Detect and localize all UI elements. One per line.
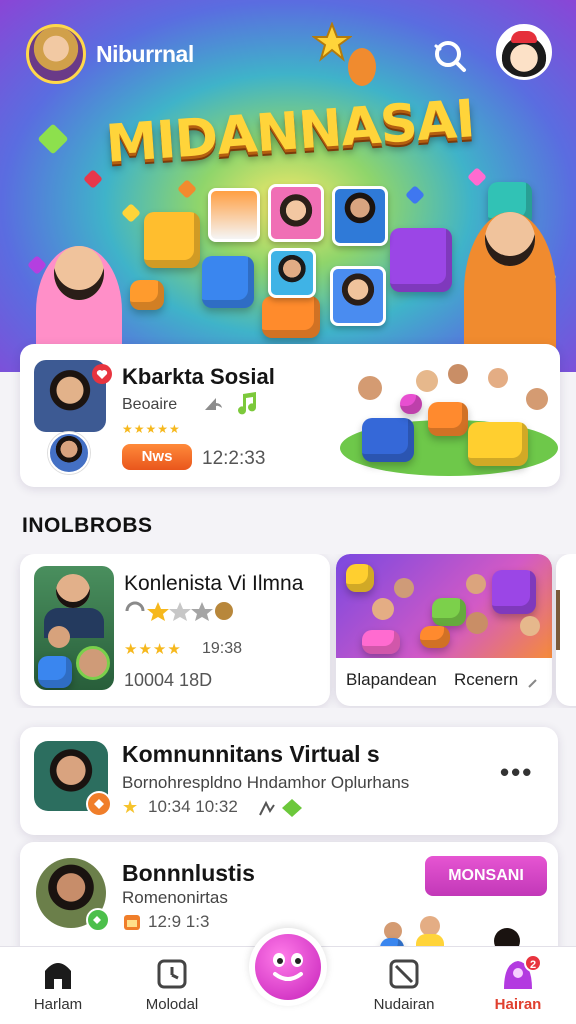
player-photo [332, 186, 388, 246]
carousel-card-image [336, 554, 552, 658]
nav-home[interactable]: Harlam [8, 957, 108, 1021]
home-icon [45, 963, 71, 989]
featured-illustration [340, 358, 558, 476]
list-item-title: Komnunnitans Virtual s [122, 741, 380, 767]
hero-banner: MIDANNASAI Niburrnal [0, 0, 576, 372]
center-action-button[interactable] [249, 928, 327, 1006]
emoji-star-icon: ★ [122, 797, 140, 817]
nav-profile[interactable]: Hairan [468, 957, 568, 1021]
list-item-time: 12:9 1:3 [148, 912, 210, 931]
nav-schedule[interactable]: Molodal [122, 957, 222, 1021]
carousel-card-title: Konlenista Vi Ilmna [124, 572, 304, 595]
carousel-card-rating: ★★★★ [124, 641, 182, 658]
carousel[interactable]: Konlenista Vi Ilmna ★★★★ 19:38 10004 18D… [0, 554, 576, 708]
player-photo [268, 248, 316, 298]
music-note-icon [238, 392, 257, 415]
emoji-icons [125, 601, 233, 621]
game-cube [144, 212, 200, 268]
list-item-subtitle: Bornohrespldno Hndamhor Oplurhans [122, 773, 410, 792]
list-item-title: Bonnnlustis [122, 860, 255, 886]
carousel-card[interactable]: Konlenista Vi Ilmna ★★★★ 19:38 10004 18D [20, 554, 330, 706]
smiley-icon [255, 934, 321, 1000]
game-cube [202, 256, 254, 308]
featured-card[interactable]: Kbarkta Sosial Beoaire ★★★★★ Nws 12:2:33 [20, 344, 560, 487]
featured-time: 12:2:33 [202, 448, 266, 469]
confetti-shape [37, 123, 69, 155]
carousel-card[interactable] [556, 554, 576, 706]
profile-avatar[interactable] [496, 24, 552, 80]
compass-icon [389, 959, 419, 989]
player-photo [268, 184, 324, 242]
user-avatar[interactable] [26, 24, 86, 84]
calendar-icon [124, 915, 140, 930]
game-cube [390, 228, 452, 292]
chevron-right-icon[interactable] [526, 670, 540, 690]
list-item[interactable]: Komnunnitans Virtual s Bornohrespldno Hn… [20, 727, 558, 835]
game-cube [130, 280, 164, 310]
list-item-time: 10:34 10:32 [148, 797, 238, 816]
nav-home-label: Harlam [33, 996, 83, 1013]
nav-schedule-label: Molodal [145, 996, 199, 1013]
clock-icon [157, 959, 187, 989]
more-options-icon[interactable]: ••• [500, 757, 533, 788]
list-item-subtitle: Romenonirtas [122, 888, 228, 907]
featured-title: Kbarkta Sosial [122, 364, 275, 389]
section-heading: INOLBROBS [22, 514, 153, 537]
badge-icon [86, 908, 110, 932]
username-label: Niburrnal [96, 41, 194, 67]
game-cube [262, 296, 320, 338]
confetti-shape [83, 169, 103, 189]
carousel-card-caption-left: Blapandean [346, 670, 437, 689]
badge-icon [86, 791, 112, 817]
carousel-card-photo [34, 566, 114, 690]
confetti-shape [177, 179, 197, 199]
news-badge[interactable]: Nws [122, 444, 192, 470]
nav-explore-label: Nudairan [373, 996, 435, 1013]
featured-subtitle: Beoaire [122, 396, 178, 413]
notification-badge: 2 [524, 954, 542, 972]
follow-button[interactable]: MONSANI [425, 856, 547, 896]
confetti-shape [467, 167, 487, 187]
player-photo [208, 188, 260, 242]
nav-profile-label: Hairan [494, 996, 542, 1013]
featured-guest-photo [48, 432, 90, 474]
nav-explore[interactable]: Nudairan [354, 957, 454, 1021]
heart-icon [92, 364, 112, 384]
search-icon[interactable] [430, 37, 468, 75]
carousel-card-caption-right: Rcenern [454, 670, 519, 689]
confetti-shape [121, 203, 141, 223]
confetti-shape [405, 185, 425, 205]
carousel-card-time: 19:38 [202, 640, 243, 657]
carousel-card-extra: 10004 18D [124, 670, 213, 690]
share-icon[interactable] [202, 392, 224, 414]
featured-rating: ★★★★★ [122, 422, 181, 436]
player-photo [330, 266, 386, 326]
top-bar: Niburrnal [0, 0, 576, 110]
reaction-icons [259, 799, 302, 817]
carousel-card[interactable]: Blapandean Rcenern [336, 554, 552, 706]
